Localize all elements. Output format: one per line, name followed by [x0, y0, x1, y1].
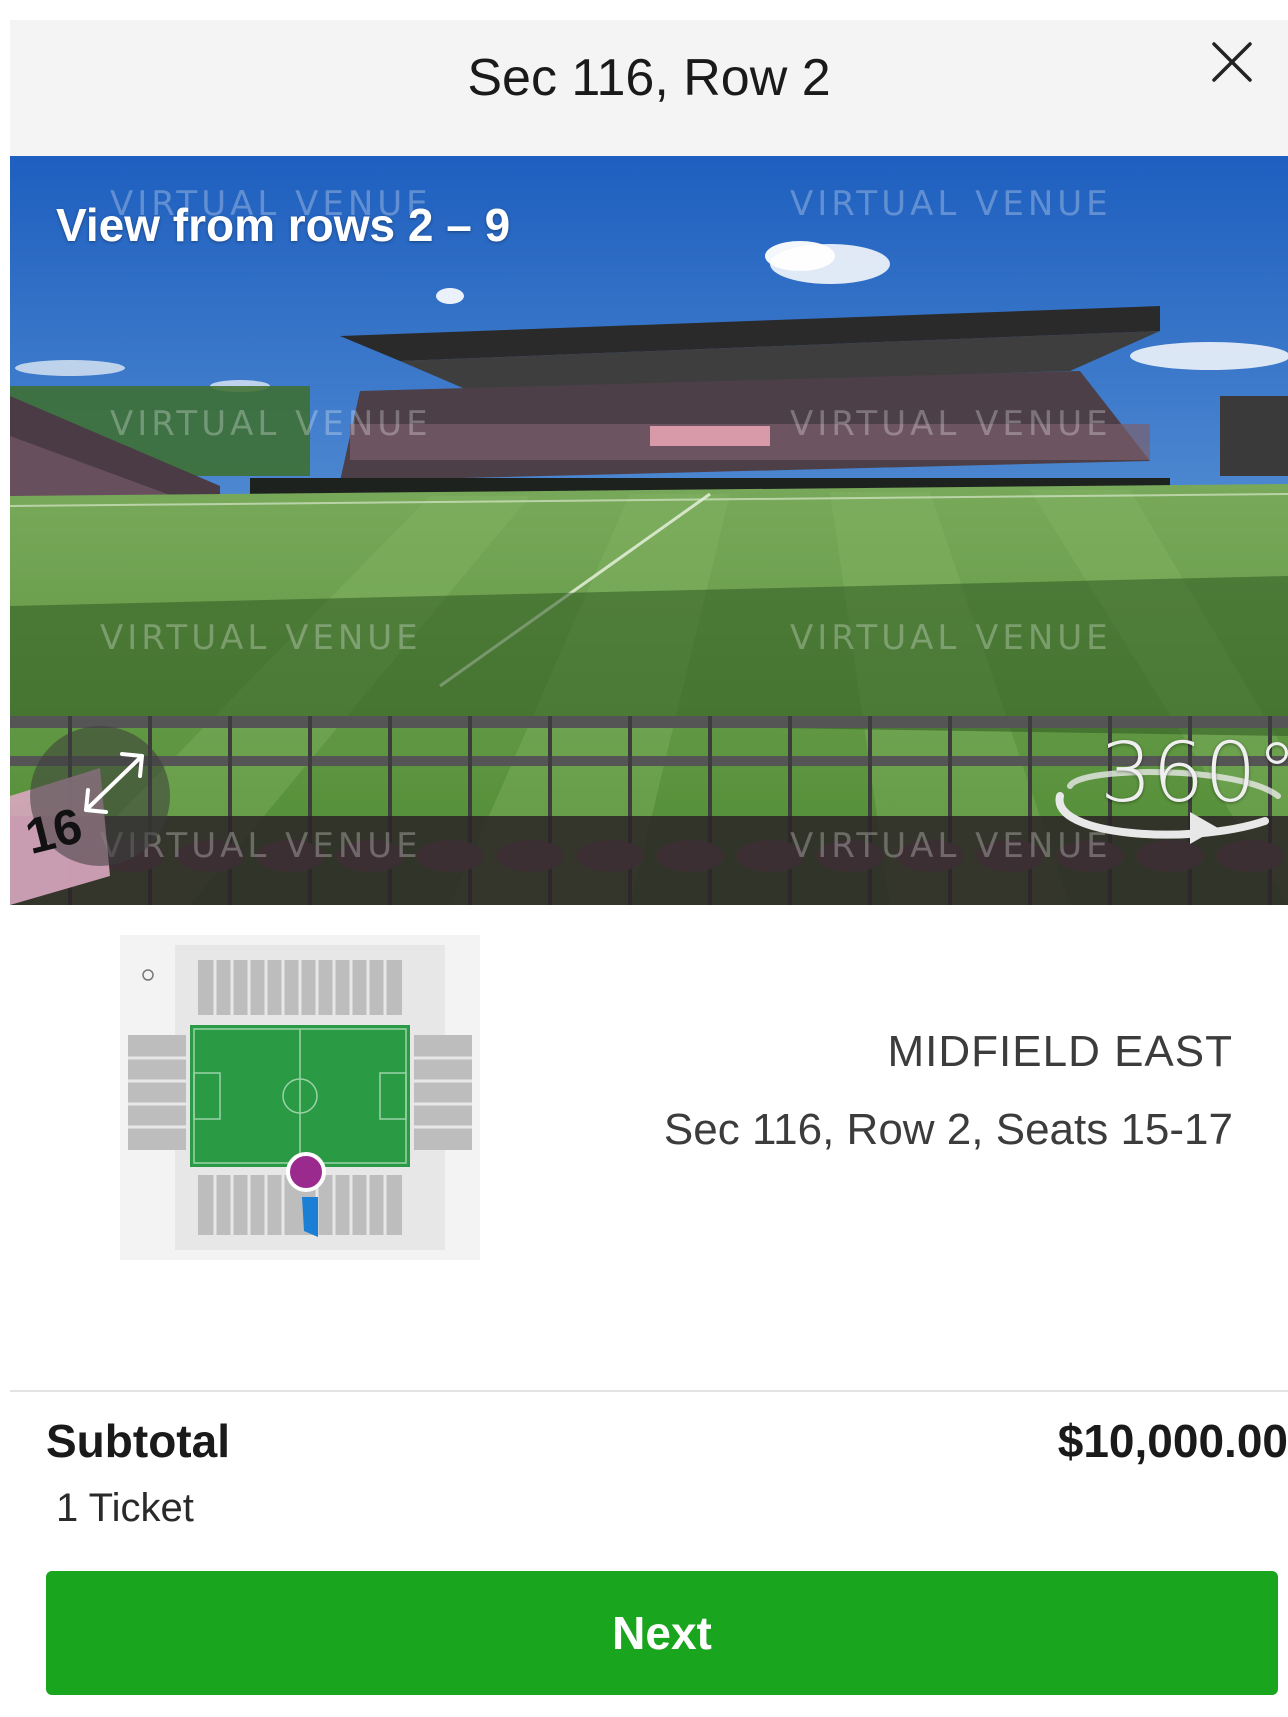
expand-button[interactable]: 16 [10, 726, 190, 905]
close-icon [1212, 42, 1252, 82]
seat-view-image[interactable]: VIRTUAL VENUE VIRTUAL VENUE VIRTUAL VENU… [10, 156, 1288, 905]
ticket-count: 1 Ticket [56, 1486, 194, 1530]
next-button[interactable]: Next [46, 1571, 1278, 1695]
panel-header: Sec 116, Row 2 [10, 20, 1288, 156]
seat-location: Sec 116, Row 2, Seats 15-17 [663, 1105, 1233, 1154]
watermark: VIRTUAL VENUE [790, 404, 1112, 444]
watermark: VIRTUAL VENUE [110, 404, 432, 444]
watermark: VIRTUAL VENUE [790, 184, 1112, 224]
zone-name: MIDFIELD EAST [887, 1027, 1233, 1076]
watermark: VIRTUAL VENUE [790, 618, 1112, 658]
watermark: VIRTUAL VENUE [100, 618, 422, 658]
page-title: Sec 116, Row 2 [467, 49, 831, 107]
venue-map[interactable] [120, 935, 480, 1260]
subtotal-label: Subtotal [46, 1415, 230, 1467]
view-caption: View from rows 2 – 9 [56, 199, 511, 251]
subtotal-price: $10,000.00 [1057, 1415, 1288, 1467]
stadium-map-illustration [120, 935, 480, 1260]
view-360-label: 360° [1100, 726, 1288, 821]
seat-info-section: MIDFIELD EAST Sec 116, Row 2, Seats 15-1… [10, 905, 1288, 1392]
close-button[interactable] [1208, 38, 1256, 86]
view-360-button[interactable]: 360° [1040, 726, 1288, 886]
ticket-detail-panel: Sec 116, Row 2 VIRTUAL VENUE VIRTUAL VEN… [10, 20, 1288, 1717]
